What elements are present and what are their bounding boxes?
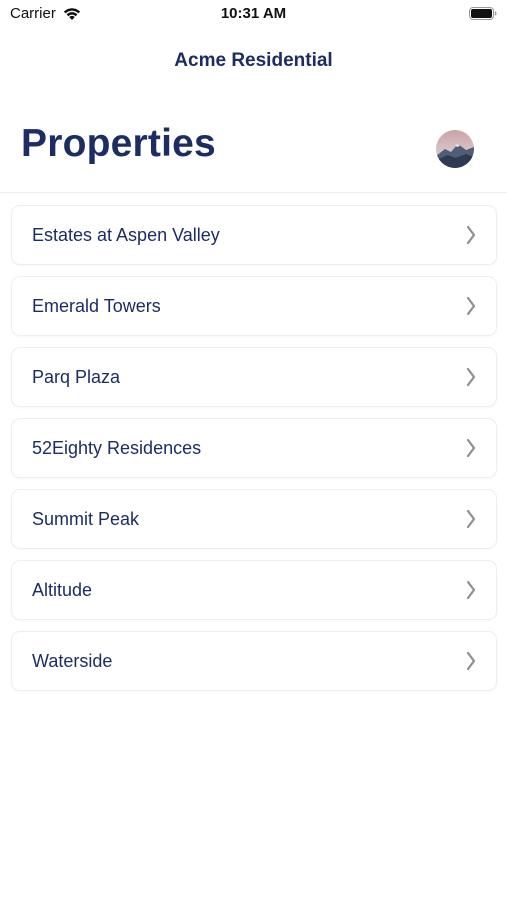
property-name: Emerald Towers <box>32 295 161 316</box>
battery-icon <box>469 7 497 20</box>
chevron-right-icon <box>466 651 476 671</box>
chevron-right-icon <box>466 225 476 245</box>
status-bar: Carrier 10:31 AM <box>0 0 507 28</box>
property-row-altitude[interactable]: Altitude <box>11 560 497 620</box>
avatar[interactable] <box>436 130 474 168</box>
page-title: Properties <box>21 122 216 165</box>
chevron-right-icon <box>466 580 476 600</box>
status-time: 10:31 AM <box>220 5 287 22</box>
property-row-52eighty-residences[interactable]: 52Eighty Residences <box>11 418 497 478</box>
nav-title: Acme Residential <box>174 50 333 71</box>
property-name: Estates at Aspen Valley <box>32 224 220 245</box>
chevron-right-icon <box>466 438 476 458</box>
screen: Carrier 10:31 AM Acme Residential Proper… <box>0 0 507 900</box>
property-row-estates-at-aspen-valley[interactable]: Estates at Aspen Valley <box>11 205 497 265</box>
property-name: 52Eighty Residences <box>32 437 202 458</box>
property-row-parq-plaza[interactable]: Parq Plaza <box>11 347 497 407</box>
chevron-right-icon <box>466 509 476 529</box>
property-list: Estates at Aspen Valley Emerald Towers P… <box>11 205 497 702</box>
chevron-right-icon <box>466 367 476 387</box>
avatar-image <box>436 130 474 168</box>
property-name: Waterside <box>32 650 113 671</box>
chevron-right-icon <box>466 296 476 316</box>
header-divider <box>0 192 507 193</box>
property-name: Altitude <box>32 579 93 600</box>
property-row-emerald-towers[interactable]: Emerald Towers <box>11 276 497 336</box>
property-name: Parq Plaza <box>32 366 121 387</box>
property-name: Summit Peak <box>32 508 140 529</box>
property-row-waterside[interactable]: Waterside <box>11 631 497 691</box>
property-row-summit-peak[interactable]: Summit Peak <box>11 489 497 549</box>
